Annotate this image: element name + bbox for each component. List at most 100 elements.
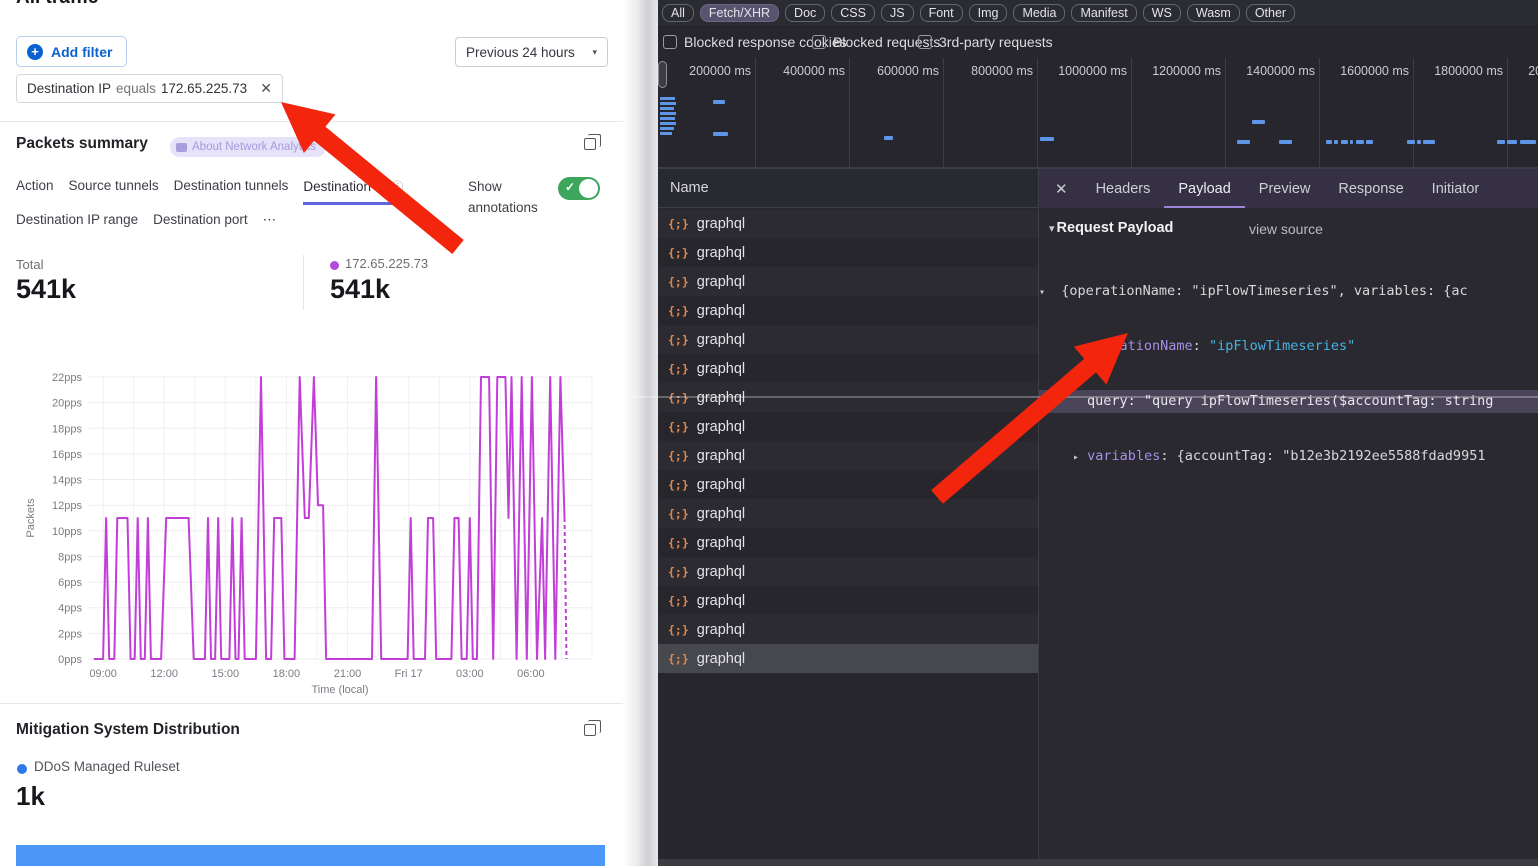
- request-row-graphql[interactable]: {;} graphql: [658, 238, 1038, 267]
- request-name: graphql: [697, 245, 745, 261]
- info-icon: ⓘ: [391, 180, 403, 194]
- filter-pill-font[interactable]: Font: [920, 4, 963, 22]
- request-name: graphql: [697, 303, 745, 319]
- time-range-dropdown[interactable]: Previous 24 hours ▾: [455, 37, 608, 67]
- filter-operator: equals: [116, 81, 156, 96]
- detail-tabbar: ✕ HeadersPayloadPreviewResponseInitiator: [1039, 168, 1538, 208]
- request-row-graphql[interactable]: {;}graphql: [658, 557, 1038, 586]
- timeline-tick-label: 1600000 ms: [1317, 64, 1409, 78]
- request-payload-section[interactable]: ▾Request Payload: [1049, 220, 1173, 236]
- packets-tab-source-tunnels[interactable]: Source tunnels: [69, 178, 159, 205]
- network-overview-timeline[interactable]: 200000 ms400000 ms600000 ms800000 ms1000…: [658, 58, 1538, 168]
- detail-tab-payload[interactable]: Payload: [1164, 169, 1244, 209]
- checkbox-box[interactable]: [812, 35, 826, 49]
- packets-tab-destination-ip[interactable]: Destination IPⓘ: [303, 178, 403, 205]
- filter-pill-ws[interactable]: WS: [1143, 4, 1181, 22]
- timeline-tick-label: 1000000 ms: [1035, 64, 1127, 78]
- detail-tab-preview[interactable]: Preview: [1245, 169, 1325, 209]
- payload-line-root[interactable]: ▾ {operationName: "ipFlowTimeseries", va…: [1039, 280, 1538, 303]
- request-row-graphql[interactable]: {;}graphql: [658, 528, 1038, 557]
- request-row-graphql[interactable]: {;}graphql: [658, 586, 1038, 615]
- packets-timeseries-chart: 0pps2pps4pps6pps8pps10pps12pps14pps16pps…: [20, 362, 610, 697]
- waterfall-bar: [1341, 140, 1348, 144]
- payload-json: ▾ {operationName: "ipFlowTimeseries", va…: [1039, 248, 1538, 500]
- request-row-graphql[interactable]: {;}graphql: [658, 209, 1038, 238]
- divider: [0, 703, 623, 704]
- request-row-graphql[interactable]: {;} graphql: [658, 296, 1038, 325]
- svg-text:06:00: 06:00: [517, 668, 545, 680]
- payload-panel: ▾Request Payload view source ▾ {operatio…: [1039, 208, 1538, 866]
- waterfall-bar: [660, 102, 676, 105]
- about-network-analytics-badge[interactable]: About Network Analytics: [170, 137, 326, 157]
- request-row-graphql[interactable]: {;}graphql: [658, 354, 1038, 383]
- filter-pill-fetch-xhr[interactable]: Fetch/XHR: [700, 4, 779, 22]
- name-column-header[interactable]: Name: [658, 168, 1038, 208]
- caret-down-icon: ▾: [592, 47, 597, 58]
- svg-text:18pps: 18pps: [52, 423, 82, 435]
- close-icon[interactable]: ✕: [1039, 180, 1082, 198]
- request-row-graphql[interactable]: {;}graphql: [658, 644, 1038, 673]
- json-braces-icon: {;}: [668, 449, 689, 463]
- expand-icon[interactable]: [584, 724, 596, 736]
- packets-tab-action[interactable]: Action: [16, 178, 54, 205]
- json-braces-icon: {;}: [668, 304, 689, 318]
- json-braces-icon: {;}: [668, 275, 689, 289]
- svg-text:14pps: 14pps: [52, 475, 82, 487]
- packets-tab--[interactable]: ⋯: [263, 212, 277, 235]
- request-row-graphql[interactable]: {;}graphql: [658, 499, 1038, 528]
- panel-scrollbar-gutter[interactable]: [623, 0, 658, 866]
- filter-pill-js[interactable]: JS: [881, 4, 914, 22]
- payload-line-variables[interactable]: ▸ variables: {accountTag: "b12e3b2192ee5…: [1039, 445, 1538, 468]
- request-row-graphql[interactable]: {;}graphql: [658, 441, 1038, 470]
- svg-text:4pps: 4pps: [58, 603, 82, 615]
- request-row-graphql[interactable]: {;}graphql: [658, 325, 1038, 354]
- json-braces-icon: {;}: [668, 246, 689, 260]
- show-annotations-toggle[interactable]: ✓: [558, 177, 600, 200]
- packets-tab-destination-port[interactable]: Destination port: [153, 212, 248, 235]
- add-filter-button[interactable]: + Add filter: [16, 36, 127, 67]
- request-row-graphql[interactable]: {;}graphql: [658, 267, 1038, 296]
- svg-text:22pps: 22pps: [52, 372, 82, 384]
- request-row-graphql[interactable]: {;}graphql: [658, 383, 1038, 412]
- request-row-graphql[interactable]: {;}graphql: [658, 470, 1038, 499]
- filter-pill-img[interactable]: Img: [969, 4, 1008, 22]
- detail-tab-headers[interactable]: Headers: [1082, 169, 1165, 209]
- request-row-graphql[interactable]: {;}graphql: [658, 412, 1038, 441]
- checkbox-box[interactable]: [663, 35, 677, 49]
- close-icon[interactable]: ✕: [260, 80, 272, 97]
- json-braces-icon: {;}: [668, 217, 689, 231]
- request-name: graphql: [697, 622, 745, 638]
- payload-line-query[interactable]: query: "query ipFlowTimeseries($accountT…: [1039, 390, 1538, 413]
- filter-pill-wasm[interactable]: Wasm: [1187, 4, 1240, 22]
- timeline-tick-label: 400000 ms: [753, 64, 845, 78]
- detail-tab-response[interactable]: Response: [1324, 169, 1417, 209]
- timeline-tick-label: 1800000 ms: [1411, 64, 1503, 78]
- filter-pill-doc[interactable]: Doc: [785, 4, 825, 22]
- time-range-label: Previous 24 hours: [466, 45, 575, 60]
- view-source-link[interactable]: view source: [1249, 221, 1323, 237]
- filter-pill-all[interactable]: All: [662, 4, 694, 22]
- json-braces-icon: {;}: [668, 478, 689, 492]
- filter-pill-other[interactable]: Other: [1246, 4, 1295, 22]
- json-braces-icon: {;}: [668, 652, 689, 666]
- filter-pill-css[interactable]: CSS: [831, 4, 875, 22]
- checkbox-3rd-party-requests[interactable]: 3rd-party requests: [918, 34, 1053, 50]
- request-row-graphql[interactable]: {;}graphql: [658, 615, 1038, 644]
- waterfall-bar: [1252, 120, 1265, 124]
- filter-pill-manifest[interactable]: Manifest: [1071, 4, 1136, 22]
- plus-icon: +: [27, 44, 43, 60]
- timeline-tick-label: 200000 ms: [659, 64, 751, 78]
- checkbox-box[interactable]: [918, 35, 932, 49]
- screenshot-stage: All traffic + Add filter Previous 24 hou…: [0, 0, 1538, 866]
- packets-tab-destination-ip-range[interactable]: Destination IP range: [16, 212, 138, 235]
- waterfall-bar: [1366, 140, 1373, 144]
- waterfall-bar: [660, 127, 674, 130]
- filter-pill-media[interactable]: Media: [1013, 4, 1065, 22]
- packets-tab-destination-tunnels[interactable]: Destination tunnels: [174, 178, 289, 205]
- divider: [0, 121, 623, 122]
- analytics-panel: All traffic + Add filter Previous 24 hou…: [0, 0, 623, 866]
- detail-tab-initiator[interactable]: Initiator: [1418, 169, 1494, 209]
- waterfall-bar: [1356, 140, 1364, 144]
- expand-icon[interactable]: [584, 138, 596, 150]
- filter-chip[interactable]: Destination IP equals 172.65.225.73 ✕: [16, 74, 283, 103]
